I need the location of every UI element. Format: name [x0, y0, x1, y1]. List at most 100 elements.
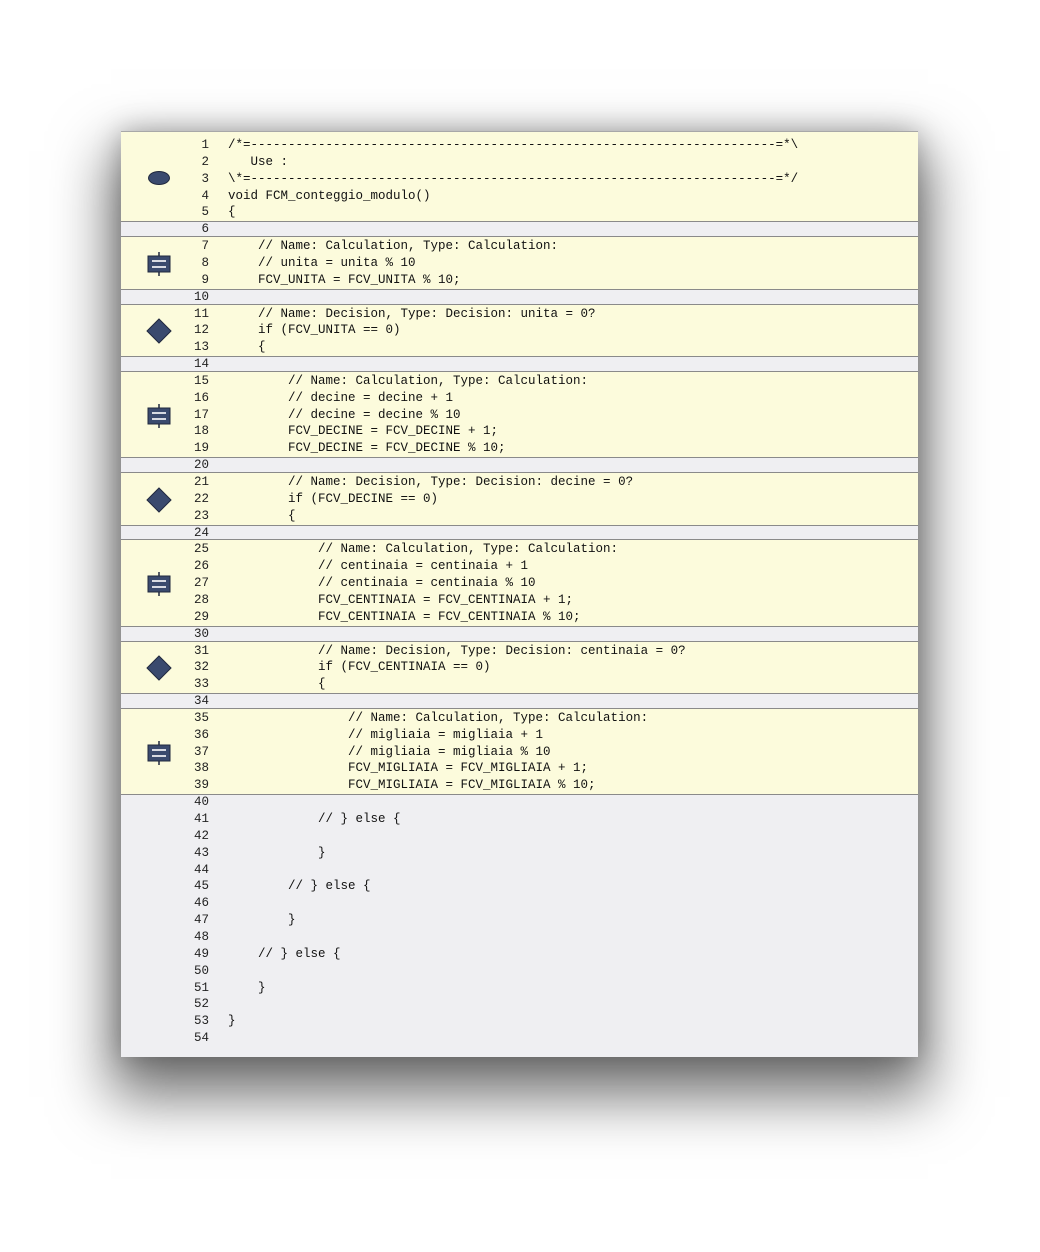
code-line[interactable]: 27 // centinaia = centinaia % 10 [121, 575, 918, 592]
code-line[interactable]: 1 /*=------------------------------------… [121, 137, 918, 154]
line-number: 25 [193, 542, 209, 557]
code-text: } [228, 1014, 236, 1029]
line-number: 16 [193, 390, 209, 405]
code-line[interactable]: 47 } [121, 912, 918, 929]
code-line[interactable]: 48 [121, 929, 918, 946]
code-text: void FCM_conteggio_modulo() [228, 188, 431, 203]
code-line[interactable]: 10 [121, 289, 918, 306]
code-line[interactable]: 19 FCV_DECINE = FCV_DECINE % 10; [121, 440, 918, 457]
code-text: // Name: Decision, Type: Decision: decin… [228, 475, 634, 489]
line-number: 17 [193, 407, 209, 422]
code-text: } [228, 913, 296, 928]
code-line[interactable]: 46 [121, 895, 918, 912]
code-line[interactable]: 30 [121, 626, 918, 643]
code-line[interactable]: 5{ [121, 204, 918, 221]
code-line[interactable]: 38 FCV_MIGLIAIA = FCV_MIGLIAIA + 1; [121, 760, 918, 777]
line-number: 20 [193, 458, 209, 473]
line-number: 51 [193, 980, 209, 995]
code-line[interactable]: 3 \*=------------------------------------… [121, 171, 918, 188]
code-line[interactable]: 41 // } else { [121, 811, 918, 828]
line-number: 30 [193, 626, 209, 641]
line-number: 49 [193, 946, 209, 961]
code-text: // } else { [228, 946, 341, 961]
line-number: 18 [193, 424, 209, 439]
line-number: 38 [193, 761, 209, 776]
code-text: FCV_MIGLIAIA = FCV_MIGLIAIA % 10; [228, 778, 596, 793]
code-line[interactable]: 33 { [121, 676, 918, 693]
code-line[interactable]: 35 // Name: Calculation, Type: Calculati… [121, 710, 918, 727]
line-number: 42 [193, 828, 209, 843]
code-text: { [228, 205, 236, 220]
code-line[interactable]: 43 } [121, 845, 918, 862]
code-text: FCV_MIGLIAIA = FCV_MIGLIAIA + 1; [228, 761, 589, 776]
code-line[interactable]: 49 // } else { [121, 946, 918, 963]
code-line[interactable]: 8 // unita = unita % 10 [121, 255, 918, 272]
code-line[interactable]: 29 FCV_CENTINAIA = FCV_CENTINAIA % 10; [121, 609, 918, 626]
code-line[interactable]: 52 [121, 996, 918, 1013]
code-text: FCV_CENTINAIA = FCV_CENTINAIA + 1; [228, 592, 574, 607]
code-text: \*=-------------------------------------… [228, 171, 799, 186]
code-line[interactable]: 25 // Name: Calculation, Type: Calculati… [121, 541, 918, 558]
line-number: 50 [193, 963, 209, 978]
code-line[interactable]: 45 // } else { [121, 878, 918, 895]
line-number: 31 [193, 643, 209, 658]
code-text: Use : [228, 154, 289, 169]
code-line[interactable]: 11 // Name: Decision, Type: Decision: un… [121, 306, 918, 323]
line-number: 9 [201, 272, 209, 287]
code-line[interactable]: 20 [121, 457, 918, 474]
code-text: // migliaia = migliaia % 10 [228, 744, 551, 759]
code-line[interactable]: 36 // migliaia = migliaia + 1 [121, 727, 918, 744]
code-line[interactable]: 4 void FCM_conteggio_modulo() [121, 188, 918, 205]
line-number: 52 [193, 997, 209, 1012]
line-number: 47 [193, 913, 209, 928]
code-line[interactable]: 42 [121, 828, 918, 845]
code-line[interactable]: 40 [121, 794, 918, 811]
code-line[interactable]: 39 FCV_MIGLIAIA = FCV_MIGLIAIA % 10; [121, 777, 918, 794]
code-line[interactable]: 37 // migliaia = migliaia % 10 [121, 744, 918, 761]
code-text: // Name: Calculation, Type: Calculation: [228, 710, 649, 725]
code-line[interactable]: 44 [121, 862, 918, 879]
line-number: 3 [201, 171, 209, 186]
code-text: // decine = decine % 10 [228, 407, 461, 422]
code-line[interactable]: 6 [121, 221, 918, 238]
line-number: 43 [193, 845, 209, 860]
line-number: 14 [193, 357, 209, 372]
code-line[interactable]: 13 { [121, 339, 918, 356]
code-line[interactable]: 17 // decine = decine % 10 [121, 407, 918, 424]
code-line[interactable]: 22 if (FCV_DECINE == 0) [121, 491, 918, 508]
code-text: if (FCV_DECINE == 0) [228, 491, 439, 506]
line-number: 6 [201, 222, 209, 237]
line-number: 54 [193, 1031, 209, 1046]
code-line[interactable]: 26 // centinaia = centinaia + 1 [121, 558, 918, 575]
code-line[interactable]: 24 [121, 525, 918, 542]
code-line[interactable]: 12 if (FCV_UNITA == 0) [121, 322, 918, 339]
code-text: if (FCV_CENTINAIA == 0) [228, 660, 491, 675]
code-text: { [228, 677, 326, 692]
line-number: 45 [193, 879, 209, 894]
code-line[interactable]: 51 } [121, 980, 918, 997]
code-line[interactable]: 32 if (FCV_CENTINAIA == 0) [121, 659, 918, 676]
line-number: 40 [193, 795, 209, 810]
code-text: FCV_DECINE = FCV_DECINE % 10; [228, 441, 506, 456]
line-number: 15 [193, 373, 209, 388]
code-line[interactable]: 21 // Name: Decision, Type: Decision: de… [121, 474, 918, 491]
code-line[interactable]: 34 [121, 693, 918, 710]
code-line[interactable]: 15 // Name: Calculation, Type: Calculati… [121, 373, 918, 390]
code-line[interactable]: 50 [121, 963, 918, 980]
code-line[interactable]: 54 [121, 1030, 918, 1047]
code-line[interactable]: 16 // decine = decine + 1 [121, 390, 918, 407]
line-number: 36 [193, 727, 209, 742]
line-number: 39 [193, 778, 209, 793]
line-number: 48 [193, 929, 209, 944]
code-line[interactable]: 7 // Name: Calculation, Type: Calculatio… [121, 238, 918, 255]
code-text: // Name: Calculation, Type: Calculation: [228, 542, 619, 557]
code-line[interactable]: 31 // Name: Decision, Type: Decision: ce… [121, 643, 918, 660]
code-line[interactable]: 23 { [121, 508, 918, 525]
code-line[interactable]: 53} [121, 1013, 918, 1030]
line-number: 28 [193, 592, 209, 607]
code-line[interactable]: 28 FCV_CENTINAIA = FCV_CENTINAIA + 1; [121, 592, 918, 609]
code-line[interactable]: 9 FCV_UNITA = FCV_UNITA % 10; [121, 272, 918, 289]
code-line[interactable]: 2 Use : [121, 154, 918, 171]
code-line[interactable]: 18 FCV_DECINE = FCV_DECINE + 1; [121, 423, 918, 440]
code-line[interactable]: 14 [121, 356, 918, 373]
